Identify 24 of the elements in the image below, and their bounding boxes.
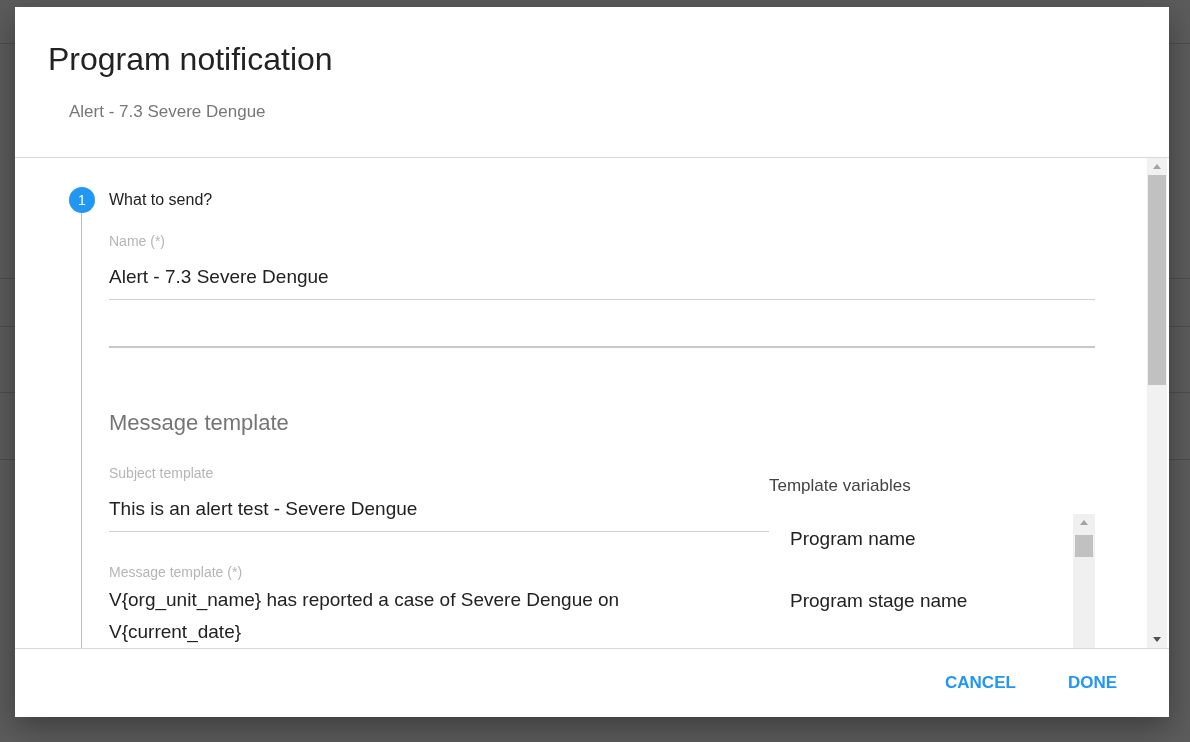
scroll-up-icon[interactable]	[1080, 520, 1088, 525]
name-field[interactable]: Name (*) Alert - 7.3 Severe Dengue	[109, 233, 1095, 300]
variable-item[interactable]: Program name	[790, 528, 916, 550]
message-field[interactable]: Message template (*) V{org_unit_name} has reported a case of Severe Dengue on V{current_date}	[109, 564, 769, 648]
field-value: This is an alert test - Severe Dengue	[109, 497, 419, 521]
scrollbar[interactable]	[1147, 158, 1167, 648]
field-label: Name (*)	[109, 233, 165, 249]
field-label: Subject template	[109, 465, 214, 481]
field-label: Message template (*)	[109, 564, 243, 580]
scrollbar[interactable]	[1073, 514, 1095, 648]
step-title: What to send?	[109, 191, 213, 209]
scroll-up-icon[interactable]	[1153, 164, 1161, 169]
section-title: Message template	[109, 410, 290, 436]
field-value: V{org_unit_name} has reported a case of Severe Dengue on V{current_date}	[109, 588, 621, 645]
variable-item[interactable]: Program stage name	[790, 590, 968, 612]
scrollbar-thumb[interactable]	[1075, 535, 1093, 557]
template-variables-title: Template variables	[769, 476, 911, 496]
scrollbar-thumb[interactable]	[1148, 175, 1166, 385]
dialog-title: Program notification	[48, 41, 333, 78]
dialog-subtitle: Alert - 7.3 Severe Dengue	[69, 102, 266, 122]
step-number: 1	[69, 187, 95, 213]
field-value: Alert - 7.3 Severe Dengue	[109, 265, 330, 289]
subject-field[interactable]: Subject template This is an alert test - Severe Dengue	[109, 465, 769, 532]
scroll-down-icon[interactable]	[1153, 637, 1161, 642]
